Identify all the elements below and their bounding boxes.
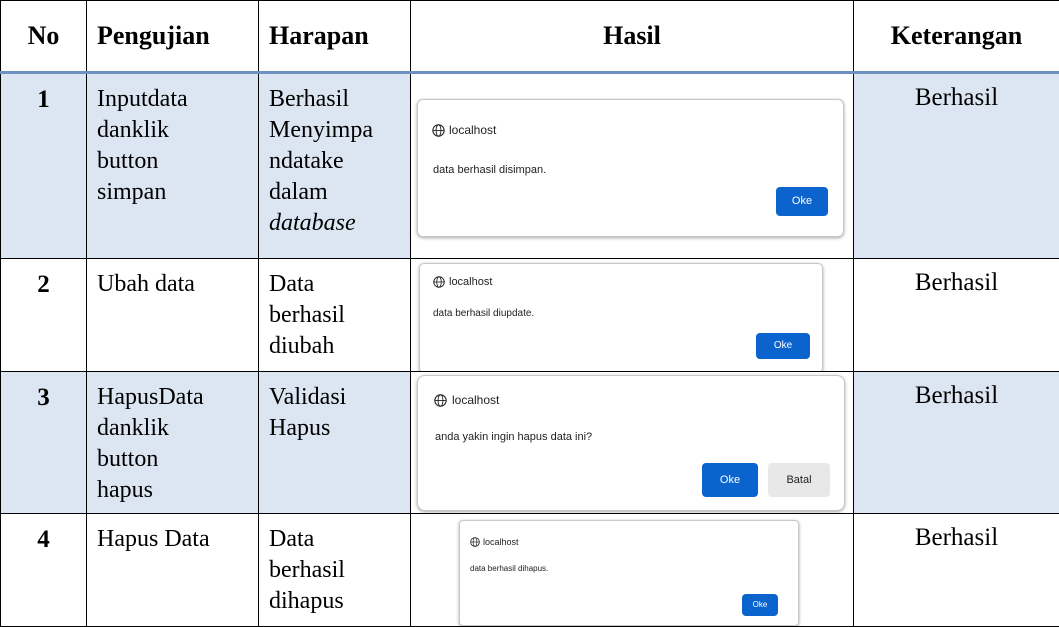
test-results-table: No Pengujian Harapan Hasil Keterangan 1 … [0, 0, 1059, 627]
globe-icon [432, 124, 445, 137]
harapan-text: Data [269, 269, 402, 300]
pengujian-text: Hapus Data [97, 524, 250, 555]
dialog-message: data berhasil dihapus. [470, 564, 548, 573]
ok-button[interactable]: Oke [776, 187, 828, 216]
pengujian-text: dan [97, 117, 132, 143]
pengujian-cell: Hapus Data [87, 514, 259, 627]
pengujian-text: Data [158, 384, 203, 410]
table-row: 1 Inputdata danklik button simpan Berhas… [1, 73, 1059, 259]
keterangan-cell: Berhasil [854, 73, 1059, 259]
globe-icon [434, 394, 447, 407]
dialog-host: localhost [432, 123, 496, 137]
pengujian-text: data [148, 86, 188, 112]
row-number: 3 [1, 372, 87, 514]
harapan-cell: Berhasil Menyimpa ndatake dalam database [259, 73, 411, 259]
harapan-text: Berhasil [269, 84, 402, 115]
pengujian-text: Ubah data [97, 269, 250, 300]
dialog-message: anda yakin ingin hapus data ini? [435, 431, 592, 443]
header-hasil: Hasil [411, 1, 854, 73]
harapan-text: berhasil [269, 555, 402, 586]
table-row: 4 Hapus Data Data berhasil dihapus local… [1, 514, 1059, 627]
row-number: 4 [1, 514, 87, 627]
harapan-text: data [281, 148, 321, 174]
globe-icon [433, 276, 445, 288]
ok-button[interactable]: Oke [742, 594, 778, 616]
pengujian-cell: HapusData danklik button hapus [87, 372, 259, 514]
harapan-text: ke [321, 148, 344, 174]
harapan-text: Validasi [269, 382, 402, 413]
header-no: No [1, 1, 87, 73]
dialog-host-text: localhost [449, 123, 496, 137]
harapan-text: Data [269, 524, 402, 555]
pengujian-text: klik [132, 117, 169, 143]
pengujian-text: Hapus [97, 384, 158, 410]
pengujian-text: hapus [97, 475, 250, 506]
harapan-text: Hapus [269, 413, 402, 444]
alert-dialog: localhost data berhasil dihapus. Oke [459, 520, 799, 626]
dialog-host-text: localhost [452, 393, 499, 407]
row-number: 1 [1, 73, 87, 259]
alert-dialog: localhost data berhasil disimpan. Oke [417, 99, 844, 237]
harapan-cell: Validasi Hapus [259, 372, 411, 514]
pengujian-text: button [97, 146, 250, 177]
row-number: 2 [1, 259, 87, 372]
hasil-cell: localhost data berhasil disimpan. Oke [411, 73, 854, 259]
hasil-cell: localhost data berhasil diupdate. Oke [411, 259, 854, 372]
keterangan-cell: Berhasil [854, 372, 1059, 514]
pengujian-text: klik [132, 415, 169, 441]
header-harapan: Harapan [259, 1, 411, 73]
pengujian-text: Input [97, 86, 148, 112]
dialog-host: localhost [434, 393, 499, 407]
dialog-host: localhost [433, 276, 492, 288]
dialog-host: localhost [470, 537, 519, 547]
ok-button[interactable]: Oke [702, 463, 758, 497]
pengujian-text: simpan [97, 177, 250, 208]
header-keterangan: Keterangan [854, 1, 1059, 73]
table-row: 2 Ubah data Data berhasil diubah localho… [1, 259, 1059, 372]
harapan-text: diubah [269, 331, 402, 362]
table-row: 3 HapusData danklik button hapus Validas… [1, 372, 1059, 514]
keterangan-cell: Berhasil [854, 259, 1059, 372]
keterangan-cell: Berhasil [854, 514, 1059, 627]
pengujian-text: button [97, 444, 250, 475]
harapan-text: database [269, 208, 402, 239]
harapan-text: n [269, 148, 281, 174]
confirm-dialog: localhost anda yakin ingin hapus data in… [417, 375, 845, 511]
harapan-text: berhasil [269, 300, 402, 331]
dialog-message: data berhasil diupdate. [433, 308, 534, 319]
harapan-text: dihapus [269, 586, 402, 617]
pengujian-text: dan [97, 415, 132, 441]
pengujian-cell: Ubah data [87, 259, 259, 372]
header-row: No Pengujian Harapan Hasil Keterangan [1, 1, 1059, 73]
header-pengujian: Pengujian [87, 1, 259, 73]
ok-button[interactable]: Oke [756, 333, 810, 359]
harapan-cell: Data berhasil diubah [259, 259, 411, 372]
pengujian-cell: Inputdata danklik button simpan [87, 73, 259, 259]
harapan-cell: Data berhasil dihapus [259, 514, 411, 627]
alert-dialog: localhost data berhasil diupdate. Oke [419, 263, 823, 372]
cancel-button[interactable]: Batal [768, 463, 830, 497]
harapan-text: Menyimpa [269, 115, 402, 146]
dialog-host-text: localhost [449, 276, 492, 288]
globe-icon [470, 537, 480, 547]
hasil-cell: localhost data berhasil dihapus. Oke [411, 514, 854, 627]
hasil-cell: localhost anda yakin ingin hapus data in… [411, 372, 854, 514]
dialog-message: data berhasil disimpan. [433, 164, 546, 176]
harapan-text: dalam [269, 177, 402, 208]
dialog-host-text: localhost [483, 537, 519, 547]
